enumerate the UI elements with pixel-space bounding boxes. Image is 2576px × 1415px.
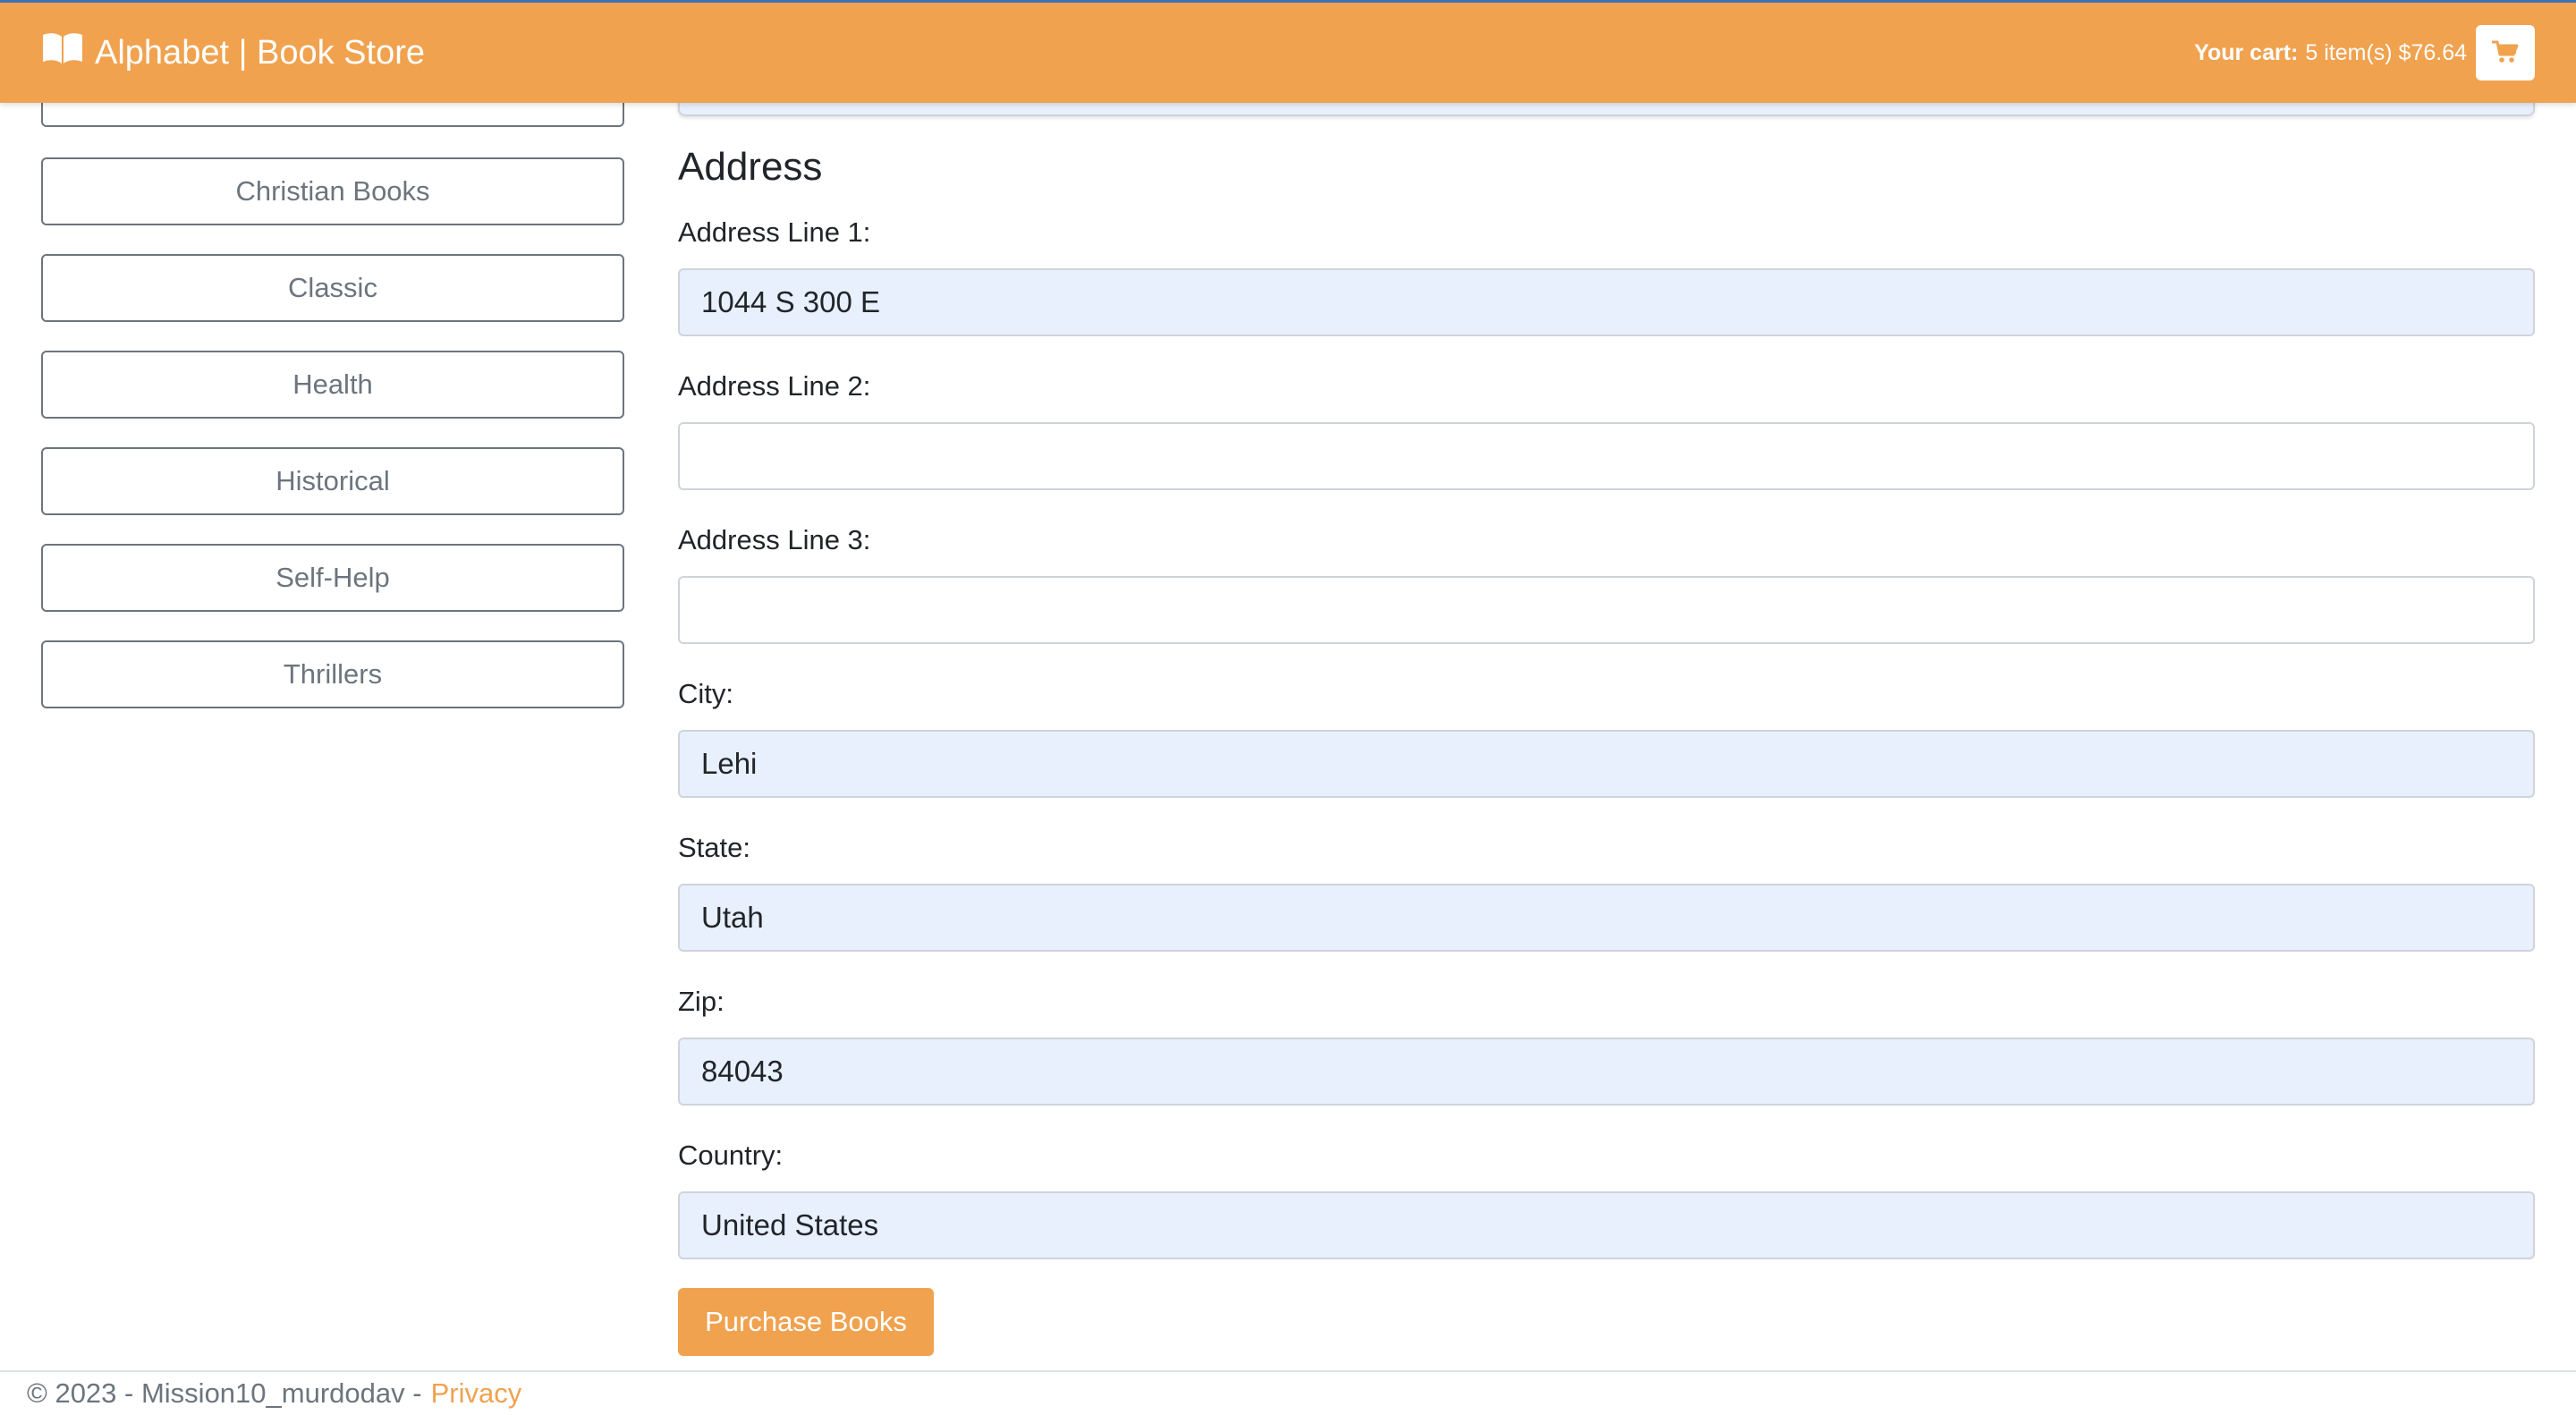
category-button-historical[interactable]: Historical	[41, 447, 624, 515]
category-button-self-help[interactable]: Self-Help	[41, 544, 624, 612]
zip-input[interactable]	[678, 1038, 2535, 1106]
address-line-1-input[interactable]	[678, 268, 2535, 336]
top-navbar: Alphabet | Book Store Your cart: 5 item(…	[0, 0, 2576, 103]
cart-summary: Your cart: 5 item(s) $76.64	[2194, 25, 2535, 80]
cart-button[interactable]	[2476, 25, 2535, 80]
cart-label: Your cart:	[2194, 39, 2299, 65]
address-line-2-input[interactable]	[678, 422, 2535, 490]
brand-title: Alphabet | Book Store	[95, 33, 425, 72]
country-input[interactable]	[678, 1191, 2535, 1259]
city-label: City:	[678, 678, 733, 709]
shopping-cart-icon	[2491, 39, 2519, 67]
copyright-text: © 2023 - Mission10_murdodav -	[27, 1377, 422, 1409]
brand-link[interactable]: Alphabet | Book Store	[41, 31, 425, 74]
country-label: Country:	[678, 1140, 784, 1171]
city-input[interactable]	[678, 730, 2535, 798]
state-label: State:	[678, 832, 750, 863]
page-footer: © 2023 - Mission10_murdodav - Privacy	[0, 1370, 2576, 1415]
privacy-link[interactable]: Privacy	[431, 1377, 522, 1410]
cart-total: 5 item(s) $76.64	[2305, 39, 2467, 65]
category-button-christian-books[interactable]: Christian Books	[41, 157, 624, 225]
state-input[interactable]	[678, 884, 2535, 952]
zip-label: Zip:	[678, 986, 724, 1017]
category-button-classic[interactable]: Classic	[41, 254, 624, 322]
address-heading: Address	[678, 145, 823, 189]
category-button-thrillers[interactable]: Thrillers	[41, 640, 624, 708]
category-button-health[interactable]: Health	[41, 351, 624, 419]
address-line-3-label: Address Line 3:	[678, 524, 871, 555]
open-book-icon	[41, 31, 95, 74]
purchase-books-button[interactable]: Purchase Books	[678, 1288, 934, 1356]
address-line-2-label: Address Line 2:	[678, 370, 871, 402]
address-line-1-label: Address Line 1:	[678, 216, 871, 248]
address-line-3-input[interactable]	[678, 576, 2535, 644]
